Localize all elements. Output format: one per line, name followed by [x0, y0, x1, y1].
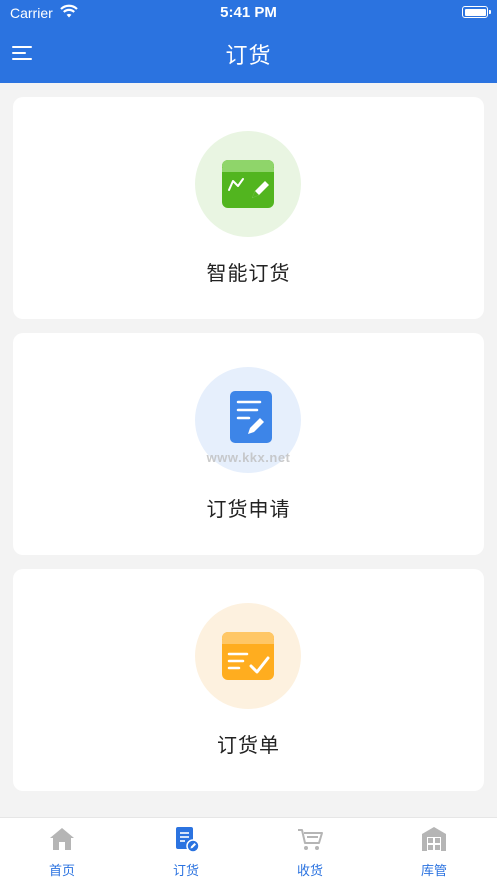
top-bar: Carrier 5:41 PM 订货 — [0, 0, 497, 83]
smart-order-icon — [222, 160, 274, 208]
tab-warehouse-label: 库管 — [420, 864, 447, 879]
smart-order-card[interactable]: 智能订货 — [13, 97, 484, 319]
home-icon — [50, 828, 74, 850]
order-list-label: 订货单 — [217, 733, 280, 757]
cart-icon — [298, 829, 323, 850]
tab-home-label: 首页 — [48, 864, 75, 879]
order-request-icon — [230, 391, 272, 443]
order-request-card[interactable]: 订货申请 — [13, 333, 484, 555]
tab-receive[interactable]: 收货 — [248, 818, 372, 883]
tab-order[interactable]: 订货 — [124, 818, 248, 883]
tab-home[interactable]: 首页 — [0, 818, 124, 883]
order-list-icon — [222, 632, 274, 680]
order-request-label: 订货申请 — [206, 497, 291, 521]
battery-icon — [462, 6, 491, 18]
warehouse-icon — [422, 827, 446, 851]
smart-order-label: 智能订货 — [206, 261, 291, 285]
tab-receive-label: 收货 — [296, 864, 323, 879]
tab-bar: 首页 订货 收货 库管 — [0, 817, 497, 883]
tab-warehouse[interactable]: 库管 — [372, 818, 496, 883]
clock: 5:41 PM — [220, 4, 277, 21]
order-list-card[interactable]: 订货单 — [13, 569, 484, 791]
status-bar: Carrier 5:41 PM — [0, 0, 497, 26]
order-icon — [176, 827, 200, 853]
watermark-text: www.kkx.net — [206, 450, 291, 465]
tab-order-label: 订货 — [172, 864, 199, 879]
page-title: 订货 — [225, 44, 272, 69]
